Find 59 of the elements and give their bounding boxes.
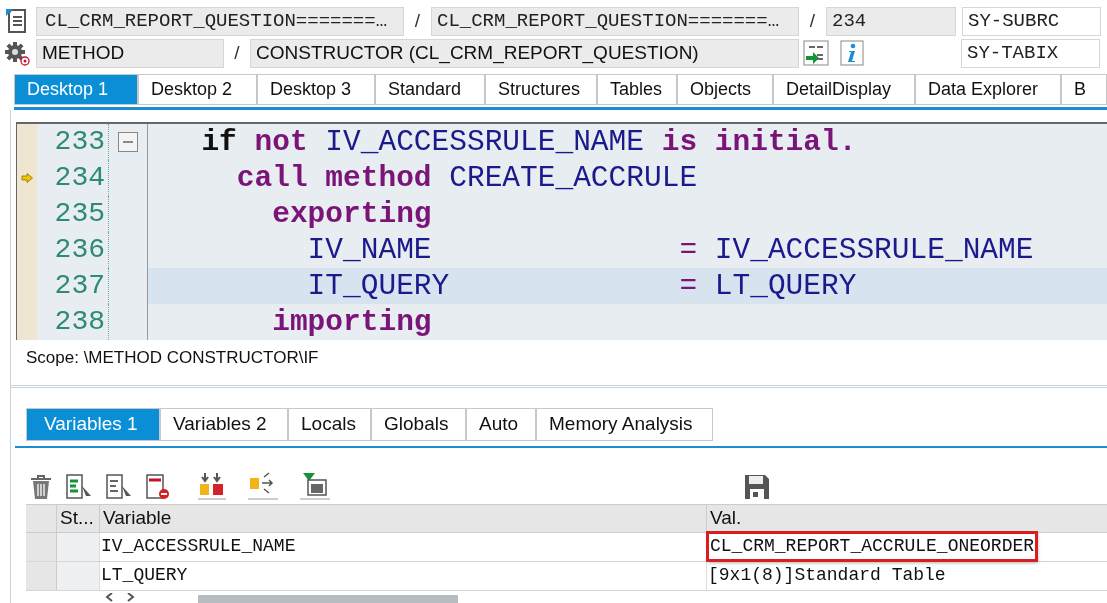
separator: / bbox=[233, 40, 241, 65]
step-icon[interactable] bbox=[803, 40, 829, 66]
separator: / bbox=[808, 8, 817, 33]
code-line: call method CREATE_ACCRULE bbox=[235, 160, 698, 196]
program-field[interactable]: CL_CRM_REPORT_QUESTION=======… bbox=[36, 6, 404, 36]
tab[interactable]: B bbox=[1061, 74, 1107, 105]
event-field[interactable]: CONSTRUCTOR (CL_CRM_REPORT_QUESTION) bbox=[250, 38, 799, 68]
tab[interactable]: Variables 2 bbox=[160, 407, 288, 441]
separator: / bbox=[413, 8, 422, 33]
merge-icon[interactable] bbox=[198, 471, 226, 500]
table-cell: CL_CRM_REPORT_ACCRULE_ONEORDER bbox=[707, 532, 1038, 561]
table-cell: IV_ACCESSRULE_NAME bbox=[100, 532, 707, 561]
code-line: if not IV_ACCESSRULE_NAME is initial. bbox=[200, 124, 857, 160]
line-number: 237 bbox=[37, 268, 109, 304]
tab[interactable]: Desktop 1 bbox=[14, 74, 138, 105]
line-field[interactable]: 234 bbox=[826, 6, 956, 36]
code-line: importing bbox=[271, 304, 432, 340]
gear-icon[interactable] bbox=[4, 39, 30, 67]
include-field[interactable]: CL_CRM_REPORT_QUESTION=======… bbox=[431, 6, 799, 36]
system-variable-field[interactable]: SY-TABIX bbox=[961, 38, 1100, 68]
tab[interactable]: Standard bbox=[375, 74, 485, 105]
tab[interactable]: DetailDisplay bbox=[773, 74, 915, 105]
tab[interactable]: Globals bbox=[371, 407, 466, 441]
save-icon[interactable] bbox=[744, 473, 770, 500]
table-cell: LT_QUERY bbox=[100, 561, 707, 590]
list-cursor-icon[interactable] bbox=[66, 473, 92, 500]
tab[interactable]: Tables bbox=[597, 74, 677, 105]
event-type-field[interactable]: METHOD bbox=[36, 38, 224, 68]
column-header[interactable]: Val. bbox=[707, 504, 1107, 533]
info-icon[interactable] bbox=[840, 40, 864, 66]
scrollbar-thumb[interactable] bbox=[198, 594, 458, 603]
tab[interactable]: Auto bbox=[466, 407, 536, 441]
filter-window-icon[interactable] bbox=[300, 471, 330, 500]
tab[interactable]: Variables 1 bbox=[26, 407, 160, 441]
line-number: 235 bbox=[37, 196, 109, 232]
column-header[interactable]: Variable bbox=[100, 504, 707, 533]
table-cell-text: [9x1(8)]Standard Table bbox=[707, 564, 947, 587]
tab[interactable]: Objects bbox=[677, 74, 773, 105]
line-number: 233 bbox=[37, 124, 109, 160]
column-header[interactable]: St... bbox=[57, 504, 100, 533]
code-line: IV_NAME = IV_ACCESSRULE_NAME bbox=[306, 232, 1034, 268]
collapse-icon[interactable] bbox=[118, 132, 138, 152]
line-number: 236 bbox=[37, 232, 109, 268]
tab[interactable]: Desktop 3 bbox=[257, 74, 375, 105]
list-cursor-icon[interactable] bbox=[106, 473, 132, 500]
line-number: 238 bbox=[37, 304, 109, 340]
trash-icon[interactable] bbox=[30, 473, 52, 500]
tab[interactable]: Data Explorer bbox=[915, 74, 1061, 105]
scope-text: Scope: \METHOD CONSTRUCTOR\IF bbox=[26, 347, 319, 369]
line-number: 234 bbox=[37, 160, 109, 196]
code-line: exporting bbox=[271, 196, 432, 232]
tab[interactable]: Desktop 2 bbox=[138, 74, 257, 105]
tab[interactable]: Structures bbox=[485, 74, 597, 105]
tab[interactable]: Memory Analysis bbox=[536, 407, 713, 441]
list-remove-icon[interactable] bbox=[146, 473, 170, 500]
system-variable-field[interactable]: SY-SUBRC bbox=[962, 6, 1101, 36]
code-line: IT_QUERY = LT_QUERY bbox=[306, 268, 857, 304]
split-icon[interactable] bbox=[248, 471, 278, 500]
tab[interactable]: Locals bbox=[288, 407, 371, 441]
